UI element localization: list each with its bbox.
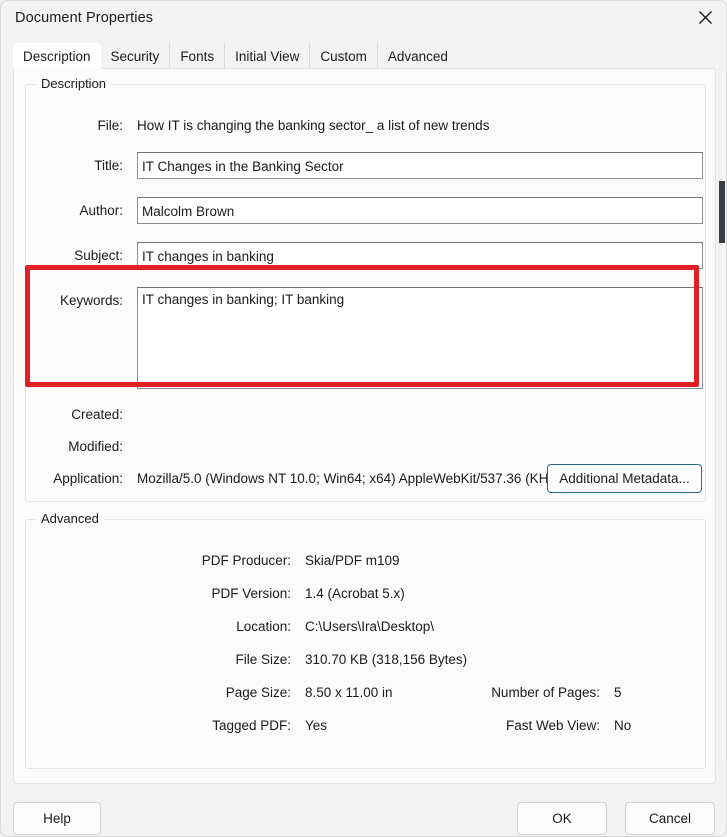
background-scrollbar-thumb[interactable] — [719, 181, 725, 243]
tagged-pdf-label: Tagged PDF: — [212, 718, 291, 733]
location-label: Location: — [236, 619, 291, 634]
created-label: Created: — [71, 407, 123, 422]
number-of-pages-value: 5 — [614, 685, 622, 700]
application-label: Application: — [53, 471, 123, 486]
description-tab-panel: Description File: How IT is changing the… — [13, 68, 716, 784]
fast-web-view-value: No — [614, 718, 632, 733]
cancel-button[interactable]: Cancel — [625, 802, 715, 835]
ok-button[interactable]: OK — [517, 802, 607, 835]
keywords-label: Keywords: — [59, 293, 123, 308]
advanced-group-title: Advanced — [36, 511, 104, 526]
close-icon[interactable] — [682, 1, 726, 34]
tab-fonts[interactable]: Fonts — [169, 43, 224, 69]
subject-input[interactable] — [137, 242, 703, 269]
tab-label: Initial View — [235, 48, 300, 64]
pdf-version-label: PDF Version: — [211, 586, 291, 601]
subject-label: Subject: — [74, 248, 123, 263]
tab-advanced[interactable]: Advanced — [376, 43, 458, 69]
description-group-title: Description — [36, 76, 112, 91]
document-properties-dialog: Document Properties Description Security… — [0, 0, 727, 837]
tab-description[interactable]: Description — [13, 43, 101, 69]
window-title: Document Properties — [15, 10, 154, 26]
fast-web-view-label: Fast Web View: — [505, 718, 600, 733]
keywords-textarea[interactable]: IT changes in banking; IT banking — [137, 287, 703, 389]
title-label: Title: — [94, 158, 123, 173]
location-value: C:\Users\Ira\Desktop\ — [305, 619, 435, 634]
file-label: File: — [97, 118, 123, 133]
file-size-value: 310.70 KB (318,156 Bytes) — [305, 652, 468, 667]
pdf-producer-value: Skia/PDF m109 — [305, 553, 400, 568]
additional-metadata-button[interactable]: Additional Metadata... — [547, 464, 702, 493]
author-label: Author: — [79, 203, 123, 218]
background-scrollbar[interactable] — [718, 67, 726, 767]
file-value: How IT is changing the banking sector_ a… — [137, 118, 490, 133]
pdf-producer-label: PDF Producer: — [201, 553, 291, 568]
author-input[interactable] — [137, 197, 703, 224]
help-button[interactable]: Help — [13, 802, 101, 835]
tab-custom[interactable]: Custom — [309, 43, 377, 69]
number-of-pages-label: Number of Pages: — [491, 685, 600, 700]
modified-label: Modified: — [68, 439, 123, 454]
tab-security[interactable]: Security — [101, 43, 170, 69]
title-bar: Document Properties — [1, 1, 726, 37]
tab-label: Advanced — [387, 48, 448, 64]
tab-label: Security — [110, 48, 160, 64]
tagged-pdf-value: Yes — [305, 718, 328, 733]
pdf-version-value: 1.4 (Acrobat 5.x) — [305, 586, 405, 601]
tab-label: Description — [23, 48, 91, 64]
tab-initial-view[interactable]: Initial View — [224, 43, 309, 69]
description-group: Description File: How IT is changing the… — [25, 76, 706, 502]
tab-bar: Description Security Fonts Initial View … — [13, 43, 458, 69]
title-input[interactable] — [137, 152, 703, 179]
file-size-label: File Size: — [235, 652, 291, 667]
tab-label: Fonts — [180, 48, 215, 64]
page-size-label: Page Size: — [225, 685, 291, 700]
advanced-group: Advanced PDF Producer: Skia/PDF m109 PDF… — [25, 511, 706, 769]
tab-label: Custom — [320, 48, 367, 64]
